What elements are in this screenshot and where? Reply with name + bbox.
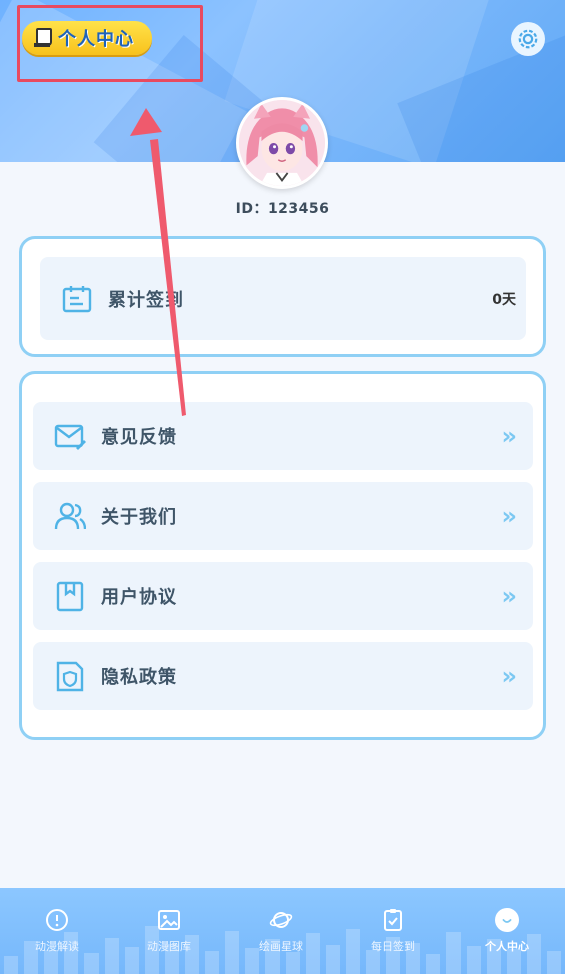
signin-row[interactable]: 累计签到 0天: [40, 257, 526, 340]
profile-icon: [495, 908, 519, 932]
nav-label: 个人中心: [485, 940, 529, 953]
info-icon: [45, 908, 69, 932]
menu-item-label: 用户协议: [101, 587, 177, 608]
menu-card: 意见反馈 » 关于我们 » 用户协议 » 隐私政策 »: [19, 371, 546, 740]
bottom-nav: 动漫解读 动漫图库 绘画星球 每日签到 个人中心: [0, 888, 565, 974]
nav-label: 绘画星球: [259, 940, 303, 953]
calendar-icon: [60, 282, 94, 316]
menu-item-user-agreement[interactable]: 用户协议 »: [33, 562, 533, 630]
annotation-highlight-box: [17, 5, 203, 82]
menu-item-label: 意见反馈: [101, 427, 177, 448]
mail-edit-icon: [53, 419, 87, 453]
chevron-right-icon: »: [501, 422, 516, 450]
shield-doc-icon: [53, 659, 87, 693]
settings-icon: [518, 29, 538, 49]
nav-item-drawing-planet[interactable]: 绘画星球: [236, 908, 326, 954]
chevron-right-icon: »: [501, 582, 516, 610]
signin-count: 0天: [492, 291, 516, 308]
signin-card: 累计签到 0天: [19, 236, 546, 357]
nav-label: 每日签到: [371, 940, 415, 953]
nav-item-anime-gallery[interactable]: 动漫图库: [124, 908, 214, 954]
menu-item-about[interactable]: 关于我们 »: [33, 482, 533, 550]
nav-item-profile[interactable]: 个人中心: [462, 908, 552, 954]
planet-icon: [269, 908, 293, 932]
users-icon: [53, 499, 87, 533]
chevron-right-icon: »: [501, 662, 516, 690]
nav-label: 动漫解读: [35, 940, 79, 953]
chevron-right-icon: »: [501, 502, 516, 530]
menu-item-label: 关于我们: [101, 507, 177, 528]
clipboard-check-icon: [381, 908, 405, 932]
nav-item-anime-guide[interactable]: 动漫解读: [12, 908, 102, 954]
menu-item-feedback[interactable]: 意见反馈 »: [33, 402, 533, 470]
image-icon: [157, 908, 181, 932]
bookmark-doc-icon: [53, 579, 87, 613]
menu-item-privacy-policy[interactable]: 隐私政策 »: [33, 642, 533, 710]
nav-item-daily-checkin[interactable]: 每日签到: [348, 908, 438, 954]
user-id: ID：123456: [235, 201, 330, 217]
nav-label: 动漫图库: [147, 940, 191, 953]
avatar[interactable]: [236, 97, 328, 189]
menu-item-label: 隐私政策: [101, 667, 177, 688]
settings-button[interactable]: [511, 22, 545, 56]
signin-label: 累计签到: [108, 289, 184, 311]
